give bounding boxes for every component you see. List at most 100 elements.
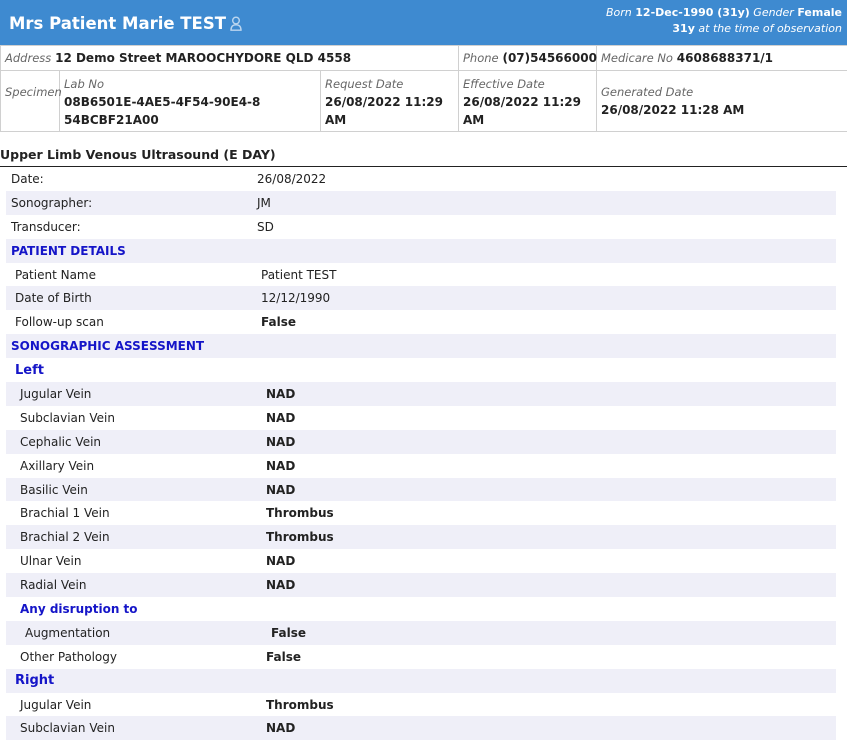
patient-name: Mrs Patient Marie TEST: [9, 14, 242, 35]
field-label: Augmentation: [6, 626, 271, 640]
address-label: Address: [5, 51, 51, 65]
field-value: NAD: [266, 578, 836, 592]
report-row: AugmentationFalse: [6, 621, 836, 645]
phone-value: (07)54566000: [502, 51, 596, 65]
field-label: Sonographer:: [6, 196, 257, 210]
report-row: Cephalic VeinNAD: [6, 430, 836, 454]
address-cell: Address 12 Demo Street MAROOCHYDORE QLD …: [1, 46, 459, 71]
field-value: NAD: [266, 387, 836, 401]
patient-info-table: Address 12 Demo Street MAROOCHYDORE QLD …: [0, 45, 847, 71]
field-value: Patient TEST: [261, 268, 836, 282]
report-row: Date of Birth12/12/1990: [6, 286, 836, 310]
age-note: at the time of observation: [698, 22, 842, 35]
field-label: Patient Name: [6, 268, 261, 282]
field-value: NAD: [266, 721, 836, 735]
specimen-label: Specimen: [5, 85, 62, 99]
gender-label: Gender: [753, 6, 794, 19]
field-label: Jugular Vein: [6, 387, 266, 401]
specimen-info-table: Specimen Lab No 08B6501E-4AE5-4F54-90E4-…: [0, 70, 847, 132]
report-row: Date:26/08/2022: [6, 167, 836, 191]
field-label: Other Pathology: [6, 650, 266, 664]
section-header: SONOGRAPHIC ASSESSMENT: [6, 334, 836, 358]
report-row: Brachial 1 VeinThrombus: [6, 501, 836, 525]
field-label: Radial Vein: [6, 578, 266, 592]
section-label: Any disruption to: [6, 602, 266, 616]
section-header: PATIENT DETAILS: [6, 239, 836, 263]
request-date-value: 26/08/2022 11:29 AM: [325, 93, 454, 129]
specimen-cell: Specimen: [1, 71, 60, 132]
medicare-value: 4608688371/1: [677, 51, 773, 65]
field-label: Date:: [6, 172, 257, 186]
patient-demographics: Born 12-Dec-1990 (31y) Gender Female 31y…: [606, 5, 842, 37]
section-label: PATIENT DETAILS: [6, 244, 257, 258]
patient-name-text: Mrs Patient Marie TEST: [9, 14, 226, 33]
section-header: Any disruption to: [6, 597, 836, 621]
born-label: Born: [606, 6, 632, 19]
person-icon[interactable]: [230, 16, 242, 35]
generated-date-label: Generated Date: [601, 83, 843, 101]
section-label: Right: [6, 673, 261, 688]
field-value: False: [266, 650, 836, 664]
field-value: Thrombus: [266, 698, 836, 712]
field-value: SD: [257, 220, 836, 234]
report-row: Transducer:SD: [6, 215, 836, 239]
field-label: Brachial 2 Vein: [6, 530, 266, 544]
report-row: Basilic VeinNAD: [6, 478, 836, 502]
field-value: NAD: [266, 411, 836, 425]
field-label: Follow-up scan: [6, 315, 261, 329]
effective-date-cell: Effective Date 26/08/2022 11:29 AM: [459, 71, 597, 132]
section-label: SONOGRAPHIC ASSESSMENT: [6, 339, 257, 353]
field-label: Basilic Vein: [6, 483, 266, 497]
field-value: False: [271, 626, 836, 640]
field-value: False: [261, 315, 836, 329]
effective-date-value: 26/08/2022 11:29 AM: [463, 93, 592, 129]
labno-label: Lab No: [64, 75, 316, 93]
labno-value: 08B6501E-4AE5-4F54-90E4-854BCBF21A00: [64, 93, 264, 129]
field-label: Date of Birth: [6, 291, 261, 305]
report-row: Subclavian VeinNAD: [6, 716, 836, 740]
section-header: Right: [6, 669, 836, 693]
phone-label: Phone: [463, 51, 499, 65]
report-row: Follow-up scanFalse: [6, 310, 836, 334]
medicare-label: Medicare No: [601, 51, 673, 65]
field-value: NAD: [266, 554, 836, 568]
request-date-cell: Request Date 26/08/2022 11:29 AM: [321, 71, 459, 132]
report-rows: Date:26/08/2022Sonographer:JMTransducer:…: [6, 167, 836, 740]
field-label: Transducer:: [6, 220, 257, 234]
field-value: NAD: [266, 483, 836, 497]
report-row: Brachial 2 VeinThrombus: [6, 525, 836, 549]
age-value: 31y: [672, 22, 694, 35]
labno-cell: Lab No 08B6501E-4AE5-4F54-90E4-854BCBF21…: [60, 71, 321, 132]
request-date-label: Request Date: [325, 75, 454, 93]
field-value: NAD: [266, 435, 836, 449]
effective-date-label: Effective Date: [463, 75, 592, 93]
report-row: Subclavian VeinNAD: [6, 406, 836, 430]
report-row: Sonographer:JM: [6, 191, 836, 215]
address-value: 12 Demo Street MAROOCHYDORE QLD 4558: [55, 51, 351, 65]
field-label: Brachial 1 Vein: [6, 506, 266, 520]
generated-date-value: 26/08/2022 11:28 AM: [601, 101, 843, 119]
report-row: Axillary VeinNAD: [6, 454, 836, 478]
report-row: Radial VeinNAD: [6, 573, 836, 597]
field-label: Cephalic Vein: [6, 435, 266, 449]
patient-banner: Mrs Patient Marie TEST Born 12-Dec-1990 …: [0, 0, 847, 45]
field-label: Ulnar Vein: [6, 554, 266, 568]
born-value: 12-Dec-1990 (31y): [635, 6, 750, 19]
field-label: Jugular Vein: [6, 698, 266, 712]
field-value: 26/08/2022: [257, 172, 836, 186]
field-value: JM: [257, 196, 836, 210]
report-row: Patient NamePatient TEST: [6, 263, 836, 287]
field-value: NAD: [266, 459, 836, 473]
phone-cell: Phone (07)54566000: [459, 46, 597, 71]
gender-value: Female: [797, 6, 842, 19]
field-value: 12/12/1990: [261, 291, 836, 305]
report-row: Ulnar VeinNAD: [6, 549, 836, 573]
field-label: Subclavian Vein: [6, 411, 266, 425]
report-row: Jugular VeinNAD: [6, 382, 836, 406]
section-header: Left: [6, 358, 836, 382]
field-value: Thrombus: [266, 530, 836, 544]
generated-date-cell: Generated Date 26/08/2022 11:28 AM: [597, 71, 847, 132]
field-label: Subclavian Vein: [6, 721, 266, 735]
field-label: Axillary Vein: [6, 459, 266, 473]
section-label: Left: [6, 363, 261, 378]
